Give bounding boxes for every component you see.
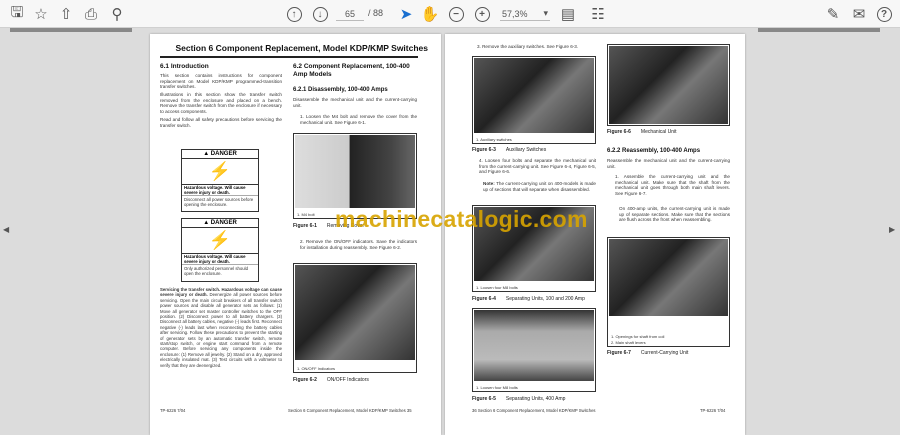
- watermark: machinecatalogic.com: [335, 206, 588, 232]
- figure-6-4-caption: Figure 6-4 Separating Units, 100 and 200 …: [472, 296, 585, 302]
- hand-icon[interactable]: ✋: [420, 4, 440, 24]
- figure-6-6-caption: Figure 6-6 Mechanical Unit: [607, 129, 677, 135]
- paragraph: On 400-amp units, the current-carrying u…: [619, 206, 730, 223]
- danger-note: Only authorized personnel should open th…: [182, 264, 258, 277]
- header-rule: [160, 56, 418, 58]
- footer-left: 36 Section 6 Component Replacement, Mode…: [472, 408, 596, 413]
- figure-label: 1. Openings for shaft from coil: [611, 334, 665, 339]
- zoom-select[interactable]: 57,3% ▾: [500, 7, 550, 21]
- figure-label: 2. Main shaft levers: [611, 340, 646, 345]
- search-icon[interactable]: ⚲: [107, 4, 127, 24]
- step: 3. Remove the auxiliary switches. See Fi…: [477, 44, 579, 49]
- zoom-out-icon[interactable]: −: [446, 4, 466, 24]
- danger-warning: Hazardous voltage. Will cause severe inj…: [182, 253, 258, 264]
- pdf-page-35: Section 6 Component Replacement, Model K…: [150, 34, 441, 435]
- paragraph: Disassemble the mechanical unit and the …: [293, 97, 417, 108]
- footer-left: TP-6226 7/04: [160, 408, 186, 413]
- paragraph: Read and follow all safety precautions b…: [160, 117, 282, 128]
- figure-6-2-photo: 1. ON/OFF Indicators: [293, 263, 417, 373]
- paragraph: This section contains instructions for c…: [160, 73, 282, 90]
- save-icon[interactable]: 🖫: [7, 4, 27, 24]
- step: 4. Loosen four bolts and separate the me…: [479, 158, 596, 175]
- scroll-mode-icon[interactable]: ☷: [588, 4, 608, 24]
- section-header: Section 6 Component Replacement, Model K…: [175, 43, 428, 53]
- zoom-in-icon[interactable]: +: [472, 4, 492, 24]
- print-icon[interactable]: ⎙: [81, 4, 101, 24]
- page-up-icon[interactable]: ↑: [284, 4, 304, 24]
- footer-right: TP-6226 7/04: [700, 408, 726, 413]
- step: 2. Remove the ON/OFF indicators. Save th…: [300, 239, 417, 250]
- figure-6-6-photo: [607, 44, 730, 126]
- heading-6-2-1: 6.2.1 Disassembly, 100-400 Amps: [293, 87, 388, 93]
- heading-6-2-2: 6.2.2 Reassembly, 100-400 Amps: [607, 148, 701, 154]
- danger-warning: Hazardous voltage. Will cause severe inj…: [182, 184, 258, 195]
- figure-label: 1. ON/OFF Indicators: [297, 366, 336, 371]
- scrollbar-right[interactable]: [758, 28, 880, 32]
- figure-6-7-photo: 1. Openings for shaft from coil 2. Main s…: [607, 237, 730, 347]
- toolbar: 🖫 ☆ ⇧ ⎙ ⚲ ↑ ↓ / 88 ➤ ✋ − + 57,3%▾ ▤ ☷ ✎ …: [0, 0, 900, 28]
- page-down-icon[interactable]: ↓: [310, 4, 330, 24]
- danger-note: Disconnect all power sources before open…: [182, 195, 258, 208]
- select-cursor-icon[interactable]: ➤: [396, 4, 416, 24]
- paragraph: Reassemble the mechanical unit and the c…: [607, 158, 730, 169]
- danger-box: ▲ DANGER ⚡ Hazardous voltage. Will cause…: [181, 149, 259, 212]
- upload-cloud-icon[interactable]: ⇧: [56, 4, 76, 24]
- step: 1. Loosen the M4 bolt and remove the cov…: [300, 114, 417, 125]
- figure-label: 1. Loosen four M8 bolts: [476, 285, 518, 290]
- next-page-arrow-icon[interactable]: ▶: [889, 225, 895, 234]
- scrollbar-left[interactable]: [10, 28, 132, 32]
- footer-right: Section 6 Component Replacement, Model K…: [288, 408, 412, 413]
- sign-icon[interactable]: ✎: [823, 4, 843, 24]
- page-number-input[interactable]: [336, 7, 364, 21]
- paragraph: Illustrations in this section show the t…: [160, 92, 282, 114]
- figure-label: 1. M4 bolt: [297, 212, 315, 217]
- step: 1. Assemble the current-carrying unit an…: [615, 174, 730, 196]
- danger-title: ▲ DANGER: [182, 219, 258, 228]
- email-icon[interactable]: ✉: [849, 4, 869, 24]
- figure-6-5-caption: Figure 6-5 Separating Units, 400 Amp: [472, 396, 566, 402]
- figure-6-3-caption: Figure 6-3 Auxiliary Switches: [472, 147, 547, 153]
- account-icon[interactable]: ?: [874, 4, 894, 24]
- figure-6-3-photo: 1. Auxiliary switches: [472, 56, 596, 144]
- zoom-value: 57,3%: [502, 8, 528, 19]
- pdf-page-36: 3. Remove the auxiliary switches. See Fi…: [445, 34, 745, 435]
- electric-shock-icon: ⚡: [208, 161, 232, 181]
- danger-title: ▲ DANGER: [182, 150, 258, 159]
- fit-page-icon[interactable]: ▤: [558, 4, 578, 24]
- figure-label: 1. Auxiliary switches: [476, 137, 512, 142]
- electric-shock-icon: ⚡: [208, 230, 232, 250]
- figure-6-5-photo: 1. Loosen four M8 bolts: [472, 308, 596, 392]
- page-total: / 88: [368, 8, 384, 18]
- bookmark-star-icon[interactable]: ☆: [31, 4, 51, 24]
- servicing-paragraph: Servicing the transfer switch. Hazardous…: [160, 287, 283, 368]
- heading-6-1: 6.1 Introduction: [160, 63, 209, 70]
- note: Note: The current-carrying unit on 400-m…: [483, 181, 596, 192]
- heading-6-2: 6.2 Component Replacement, 100-400 Amp M…: [293, 63, 410, 78]
- prev-page-arrow-icon[interactable]: ◀: [3, 225, 9, 234]
- figure-6-2-caption: Figure 6-2 ON/OFF Indicators: [293, 377, 369, 383]
- danger-box: ▲ DANGER ⚡ Hazardous voltage. Will cause…: [181, 218, 259, 282]
- chevron-down-icon: ▾: [543, 8, 548, 18]
- figure-6-7-caption: Figure 6-7 Current-Carrying Unit: [607, 350, 689, 356]
- figure-label: 1. Loosen four M8 bolts: [476, 385, 518, 390]
